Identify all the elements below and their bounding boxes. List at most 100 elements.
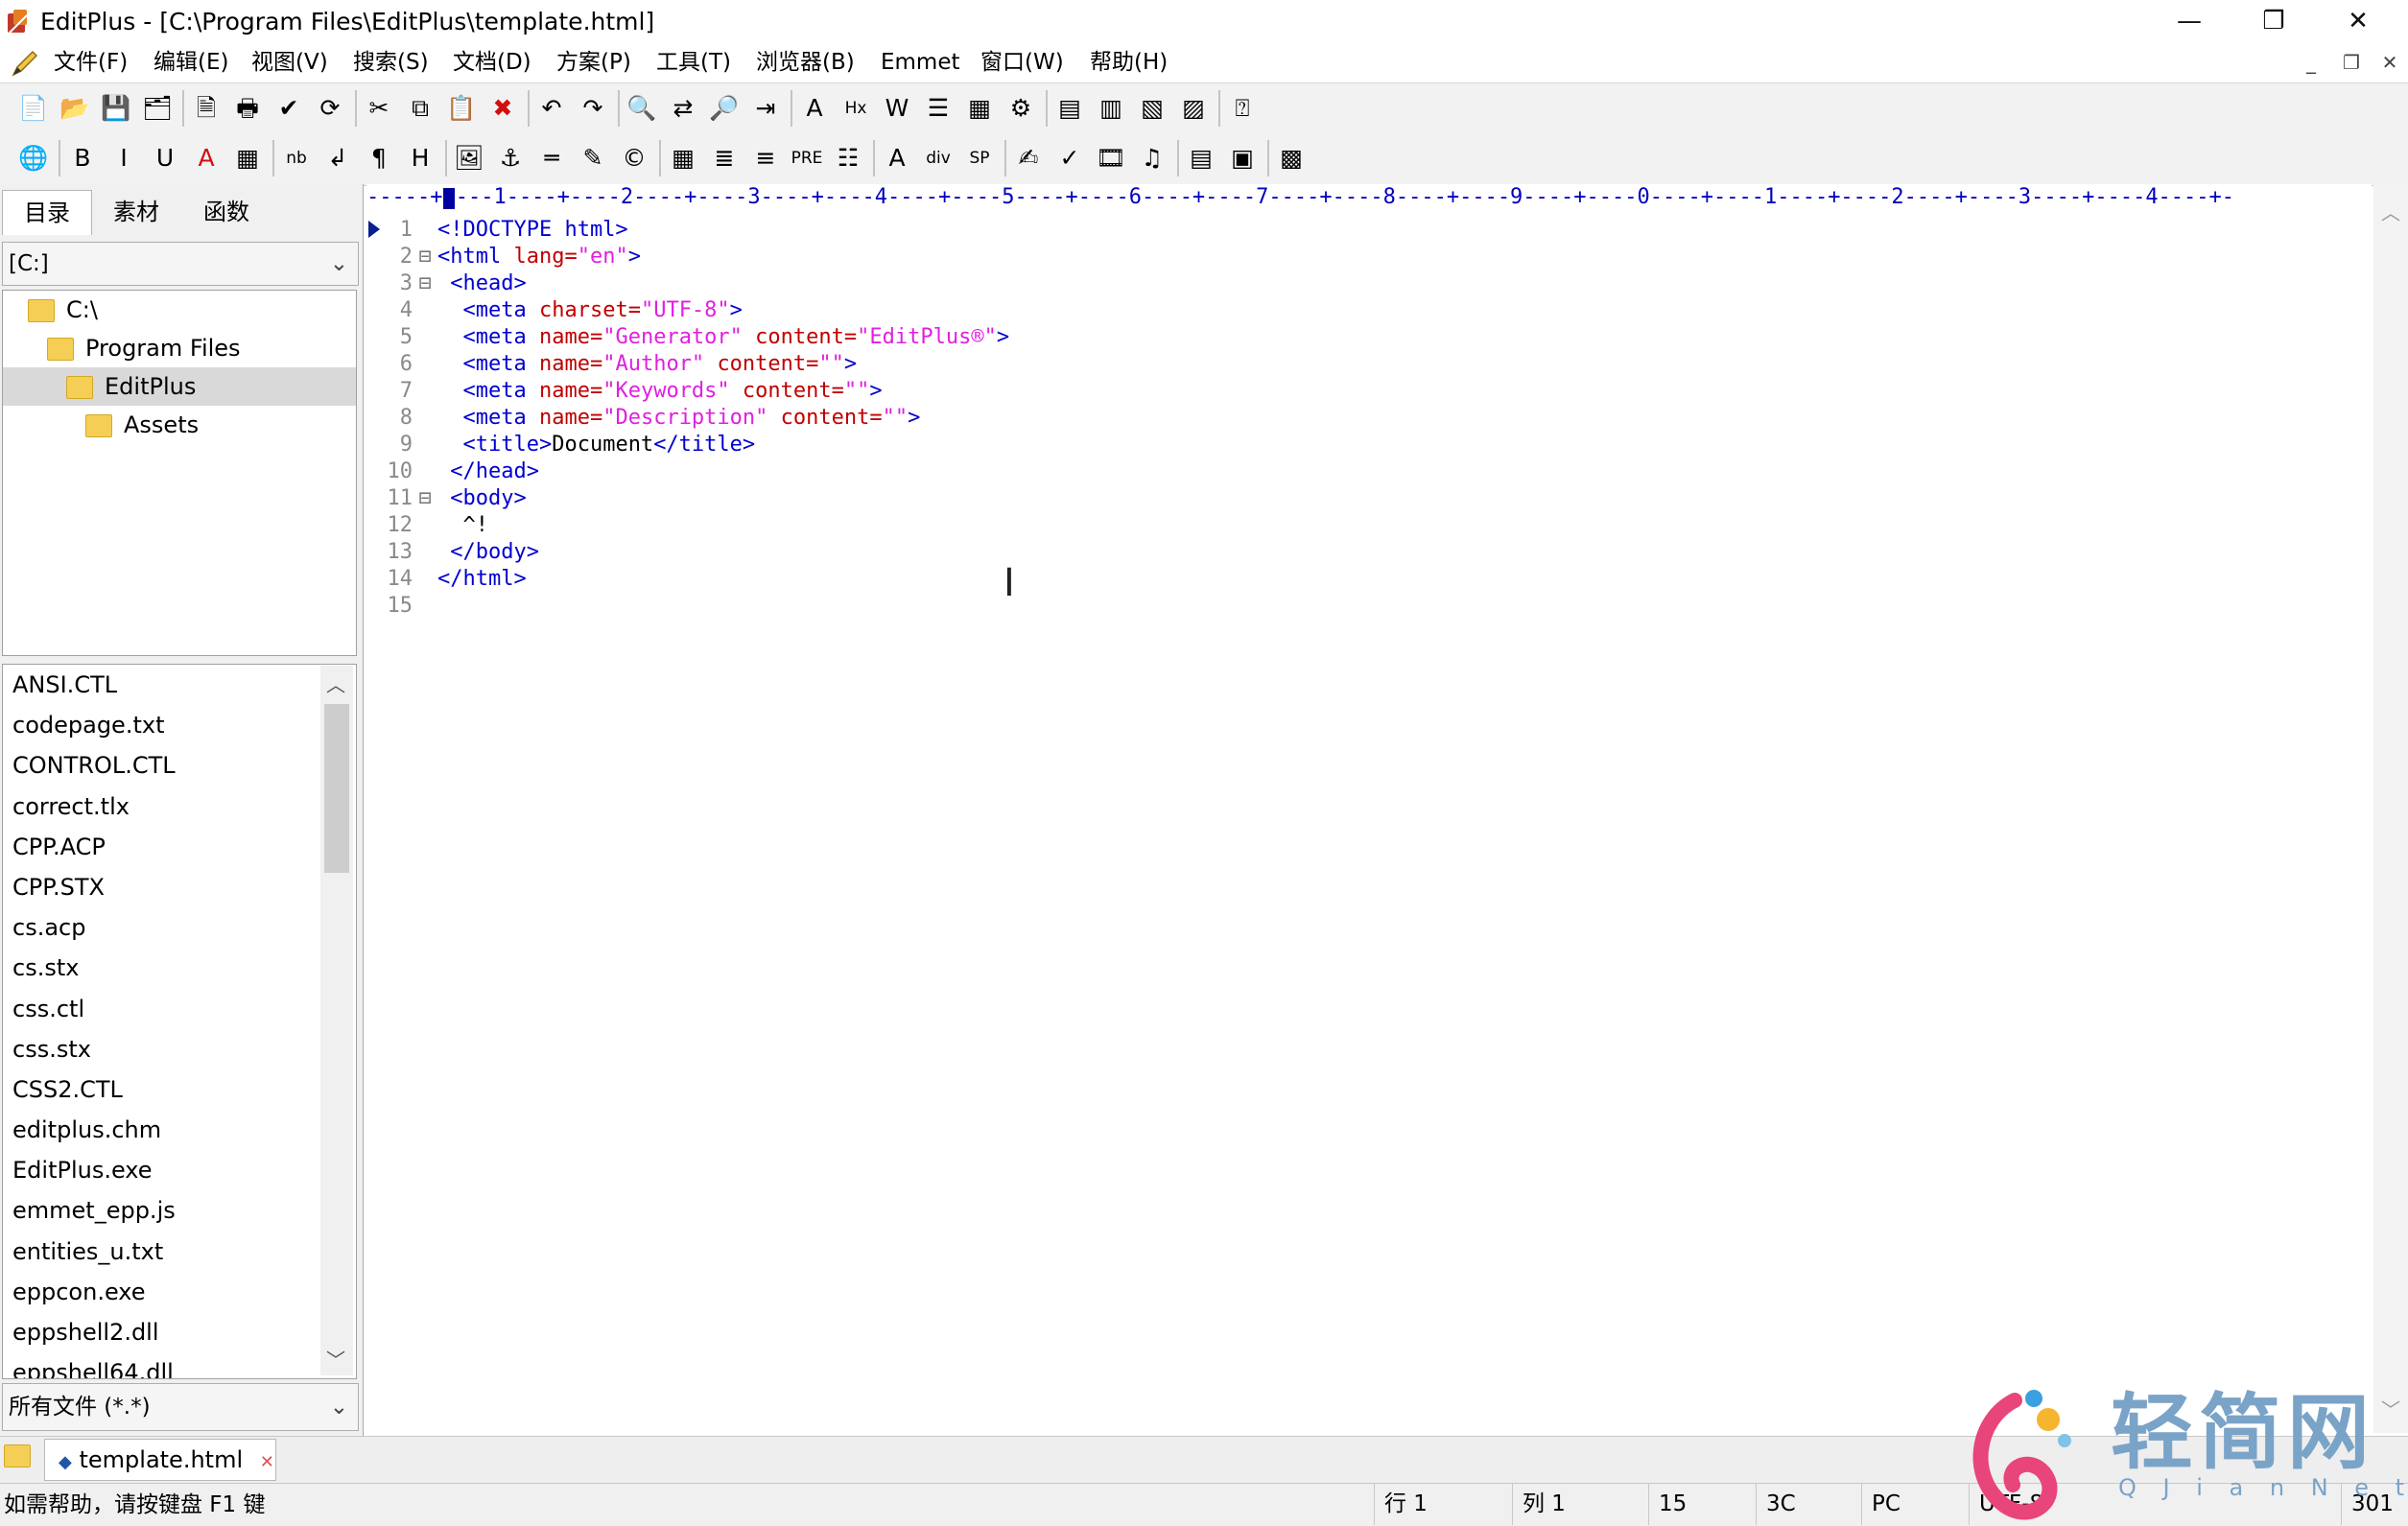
code-line[interactable]: 3 ⊟ <head> bbox=[366, 270, 527, 297]
spellcheck-icon[interactable]: ✔ bbox=[271, 89, 307, 128]
menu-item-3[interactable]: 搜索(S) bbox=[353, 46, 429, 79]
file-list-item[interactable]: correct.tlx bbox=[3, 786, 356, 827]
menu-item-5[interactable]: 方案(P) bbox=[556, 46, 631, 79]
toggle-directory-icon[interactable]: ▤ bbox=[1051, 89, 1088, 128]
paragraph-icon[interactable]: ¶ bbox=[361, 139, 397, 177]
script-icon[interactable]: ▣ bbox=[1224, 139, 1261, 177]
window-list-icon[interactable]: ▨ bbox=[1175, 89, 1212, 128]
cut-icon[interactable]: ✂ bbox=[361, 89, 397, 128]
code-line[interactable]: 14 </html> bbox=[366, 566, 527, 593]
tree-item[interactable]: Assets bbox=[3, 406, 356, 444]
restore-button[interactable]: ❐ bbox=[2231, 0, 2316, 44]
toggle-cliptext-icon[interactable]: ▥ bbox=[1093, 89, 1129, 128]
center-icon[interactable]: ≡ bbox=[747, 139, 784, 177]
column-select-icon[interactable]: ▦ bbox=[961, 89, 998, 128]
scroll-up-icon[interactable]: ︿ bbox=[2381, 198, 2400, 225]
file-list-scrollbar[interactable]: ︿ ﹀ bbox=[320, 666, 353, 1375]
file-filter-select[interactable]: 所有文件 (*.*) ⌄ bbox=[2, 1383, 359, 1431]
line-number-icon[interactable]: ☰ bbox=[920, 89, 956, 128]
file-list-item[interactable]: codepage.txt bbox=[3, 705, 356, 745]
new-file-icon[interactable]: 📄 bbox=[15, 89, 52, 128]
goto-line-icon[interactable]: ⇥ bbox=[747, 89, 784, 128]
code-line[interactable]: 4 <meta charset="UTF-8"> bbox=[366, 297, 743, 324]
paste-icon[interactable]: 📋 bbox=[443, 89, 480, 128]
file-list-item[interactable]: CPP.STX bbox=[3, 867, 356, 907]
file-list-item[interactable]: css.stx bbox=[3, 1029, 356, 1069]
mdi-close-button[interactable]: ✕ bbox=[2377, 50, 2402, 75]
tree-item[interactable]: EditPlus bbox=[3, 367, 356, 406]
nbsp-icon[interactable]: nb bbox=[278, 139, 315, 177]
list-icon[interactable]: ☷ bbox=[830, 139, 866, 177]
code-line[interactable]: 5 <meta name="Generator" content="EditPl… bbox=[366, 324, 1009, 351]
horizontal-rule-icon[interactable]: ═ bbox=[533, 139, 570, 177]
tree-item[interactable]: Program Files bbox=[3, 329, 356, 367]
menu-item-2[interactable]: 视图(V) bbox=[251, 46, 328, 79]
mdi-restore-button[interactable]: ❐ bbox=[2339, 50, 2364, 75]
close-button[interactable]: ✕ bbox=[2316, 0, 2400, 44]
file-list-item[interactable]: CONTROL.CTL bbox=[3, 745, 356, 786]
code-line[interactable]: 11 ⊟ <body> bbox=[366, 485, 527, 512]
menu-item-1[interactable]: 编辑(E) bbox=[153, 46, 228, 79]
document-tab-template[interactable]: ◆ template.html ✕ bbox=[44, 1439, 276, 1481]
file-list-item[interactable]: eppshell2.dll bbox=[3, 1312, 356, 1352]
file-list-item[interactable]: emmet_epp.js bbox=[3, 1190, 356, 1231]
menu-item-7[interactable]: 浏览器(B) bbox=[756, 46, 855, 79]
print-preview-icon[interactable]: 🗎 bbox=[188, 89, 224, 128]
word-wrap-icon[interactable]: W bbox=[879, 89, 915, 128]
fold-toggle-icon[interactable]: ⊟ bbox=[413, 270, 437, 297]
file-list-item[interactable]: EditPlus.exe bbox=[3, 1150, 356, 1190]
undo-icon[interactable]: ↶ bbox=[533, 89, 570, 128]
file-list-item[interactable]: css.ctl bbox=[3, 989, 356, 1029]
browser-preview-icon[interactable]: ▧ bbox=[1134, 89, 1170, 128]
code-line[interactable]: 9 <title>Document</title> bbox=[366, 432, 755, 458]
menu-item-8[interactable]: Emmet bbox=[881, 46, 960, 79]
print-icon[interactable]: 🖶 bbox=[229, 89, 266, 128]
file-list-item[interactable]: CSS2.CTL bbox=[3, 1069, 356, 1110]
line-break-icon[interactable]: ↲ bbox=[319, 139, 356, 177]
directory-tree[interactable]: C:\ Program Files EditPlus Assets bbox=[2, 290, 357, 656]
tree-item[interactable]: C:\ bbox=[3, 291, 356, 329]
music-icon[interactable]: ♫ bbox=[1134, 139, 1170, 177]
code-line[interactable]: 12 ^! bbox=[366, 512, 488, 539]
table-icon[interactable]: ▦ bbox=[665, 139, 701, 177]
heading-icon[interactable]: H bbox=[402, 139, 438, 177]
delete-icon[interactable]: ✖ bbox=[484, 89, 521, 128]
file-list-item[interactable]: CPP.ACP bbox=[3, 827, 356, 867]
save-icon[interactable]: 💾 bbox=[98, 89, 134, 128]
code-line[interactable]: 2 ⊟ <html lang="en"> bbox=[366, 244, 641, 270]
chevron-down-icon[interactable]: ⌄ bbox=[330, 1384, 348, 1430]
editor-scrollbar[interactable]: ︿ ﹀ bbox=[2373, 184, 2408, 1433]
code-line[interactable]: 13 </body> bbox=[366, 539, 539, 566]
replace-icon[interactable]: ⇄ bbox=[665, 89, 701, 128]
menu-item-4[interactable]: 文档(D) bbox=[453, 46, 531, 79]
menu-item-10[interactable]: 帮助(H) bbox=[1090, 46, 1168, 79]
help-pointer-icon[interactable]: ⍰ bbox=[1224, 89, 1261, 128]
copyright-icon[interactable]: © bbox=[616, 139, 652, 177]
menu-item-9[interactable]: 窗口(W) bbox=[980, 46, 1064, 79]
code-line[interactable]: 8 <meta name="Description" content=""> bbox=[366, 405, 921, 432]
menu-item-6[interactable]: 工具(T) bbox=[656, 46, 731, 79]
align-icon[interactable]: ≣ bbox=[706, 139, 743, 177]
save-all-icon[interactable]: 🗂 bbox=[139, 89, 176, 128]
tab-cliptext[interactable]: 素材 bbox=[92, 190, 180, 234]
mdi-minimize-button[interactable]: _ bbox=[2299, 50, 2324, 75]
scroll-down-icon[interactable]: ﹀ bbox=[326, 1345, 345, 1373]
palette-icon[interactable]: ▩ bbox=[1273, 139, 1310, 177]
minimize-button[interactable]: — bbox=[2147, 0, 2231, 44]
fold-toggle-icon[interactable]: ⊟ bbox=[413, 244, 437, 270]
font-icon[interactable]: A bbox=[796, 89, 833, 128]
file-list-item[interactable]: cs.stx bbox=[3, 948, 356, 988]
file-list-item[interactable]: eppcon.exe bbox=[3, 1272, 356, 1312]
chevron-down-icon[interactable]: ⌄ bbox=[330, 243, 348, 285]
code-line[interactable]: 1 <!DOCTYPE html> bbox=[366, 217, 628, 244]
underline-icon[interactable]: U bbox=[147, 139, 183, 177]
file-list-item[interactable]: ANSI.CTL bbox=[3, 665, 356, 705]
close-tab-icon[interactable]: ✕ bbox=[250, 1452, 274, 1472]
color-grid-icon[interactable]: ▦ bbox=[229, 139, 266, 177]
ftp-icon[interactable]: ⟳ bbox=[312, 89, 348, 128]
hex-icon[interactable]: Hx bbox=[838, 89, 874, 128]
italic-icon[interactable]: I bbox=[106, 139, 142, 177]
image-icon[interactable]: 🖼 bbox=[451, 139, 487, 177]
tab-directory[interactable]: 目录 bbox=[2, 190, 92, 235]
file-list-item[interactable]: eppshell64.dll bbox=[3, 1352, 356, 1378]
